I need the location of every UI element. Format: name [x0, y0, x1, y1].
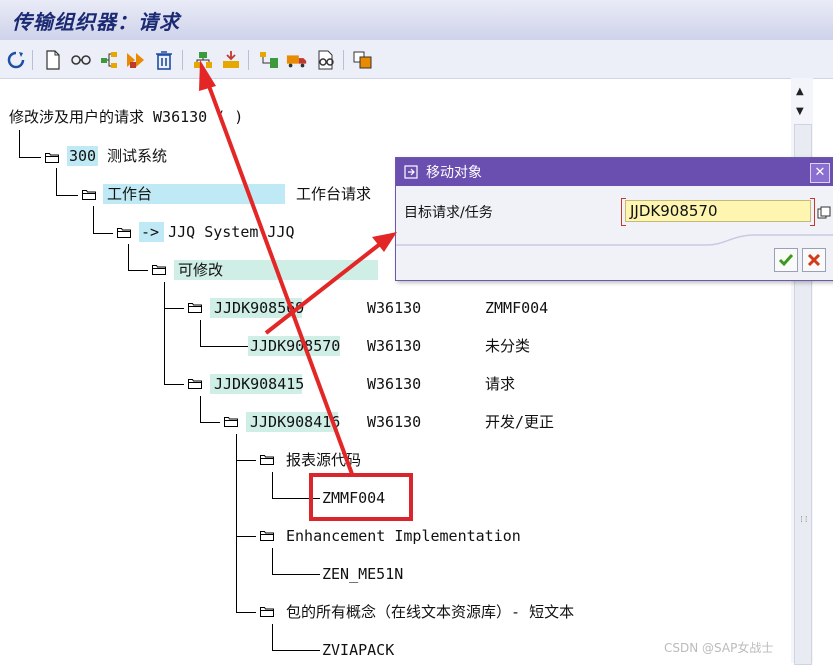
dialog-icon [404, 164, 418, 179]
request-number[interactable]: JJDK908569 [214, 298, 304, 318]
close-icon[interactable]: ✕ [810, 163, 830, 183]
application-toolbar [0, 40, 833, 79]
workbench-description: 工作台请求 [296, 185, 372, 203]
window-title: 传输组织器：请求 [12, 10, 180, 34]
request-number[interactable]: JJDK908416 [250, 412, 340, 432]
inspect-icon[interactable] [315, 49, 337, 71]
sequence-icon[interactable] [125, 49, 147, 71]
target-request-input[interactable]: JJDK908570 [625, 200, 811, 222]
transport-icon[interactable] [286, 49, 308, 71]
request-user: W36130 [367, 337, 422, 355]
dialog-title: 移动对象 [426, 165, 482, 181]
folder-icon [260, 530, 274, 541]
request-description: 开发/更正 [485, 413, 555, 431]
workbench-node[interactable]: 工作台 [107, 184, 152, 204]
tree-root-label: 修改涉及用户的请求 W36130 ( ) [9, 108, 244, 126]
owner-node[interactable]: -> JJQ System JJQ [141, 222, 295, 242]
value-help-icon[interactable] [817, 205, 831, 219]
folder-icon [117, 227, 131, 238]
check-icon [778, 254, 794, 267]
request-user: W36130 [367, 413, 422, 431]
dialog-divider [396, 234, 833, 246]
scroll-grip-icon[interactable]: ⁞⁞ [799, 515, 809, 525]
watermark: CSDN @SAP女战士 [664, 641, 774, 655]
required-marker [810, 198, 815, 226]
hierarchy-icon[interactable] [98, 49, 120, 71]
move-object-icon[interactable] [192, 49, 214, 71]
folder-icon [260, 606, 274, 617]
scroll-up-icon[interactable]: ▲ [796, 86, 804, 97]
folder-icon [224, 416, 238, 427]
object-name[interactable]: ZMMF004 [322, 488, 385, 508]
folder-icon [152, 264, 166, 275]
display-change-icon[interactable] [70, 49, 92, 71]
system-name: 测试系统 [107, 147, 168, 165]
scroll-down-icon[interactable]: ▼ [796, 106, 804, 117]
request-description: 未分类 [485, 337, 531, 355]
request-user: W36130 [367, 299, 422, 317]
delete-icon[interactable] [153, 49, 175, 71]
folder-icon [260, 454, 274, 465]
merge-icon[interactable] [220, 49, 242, 71]
refresh-icon[interactable] [5, 49, 27, 71]
folder-icon [82, 189, 96, 200]
folder-icon [45, 152, 59, 163]
cancel-icon [807, 253, 821, 267]
dialog-title-bar: 移动对象 ✕ [396, 158, 833, 186]
copy-icon[interactable] [352, 49, 374, 71]
request-number[interactable]: JJDK908415 [214, 374, 304, 394]
modifiable-node[interactable]: 可修改 [178, 260, 223, 280]
folder-icon [188, 302, 202, 313]
system-code[interactable]: 300 [69, 146, 96, 166]
request-description: ZMMF004 [485, 299, 549, 317]
object-type[interactable]: Enhancement Implementation [286, 526, 521, 546]
new-document-icon[interactable] [42, 49, 64, 71]
target-request-label: 目标请求/任务 [404, 205, 493, 221]
move-object-dialog: 移动对象 ✕ 目标请求/任务 JJDK908570 [395, 157, 833, 281]
object-name[interactable]: ZVIAPACK [322, 640, 394, 660]
request-user: W36130 [367, 375, 422, 393]
cancel-button[interactable] [802, 248, 826, 272]
assign-icon[interactable] [258, 49, 280, 71]
object-name[interactable]: ZEN_ME51N [322, 564, 403, 584]
object-type[interactable]: 包的所有概念（在线文本资源库）- 短文本 [286, 602, 574, 622]
object-type[interactable]: 报表源代码 [286, 450, 361, 470]
request-description: 请求 [485, 375, 516, 393]
confirm-button[interactable] [774, 248, 798, 272]
folder-icon [188, 378, 202, 389]
request-number[interactable]: JJDK908570 [250, 336, 340, 356]
title-bar: 传输组织器：请求 [0, 0, 833, 41]
